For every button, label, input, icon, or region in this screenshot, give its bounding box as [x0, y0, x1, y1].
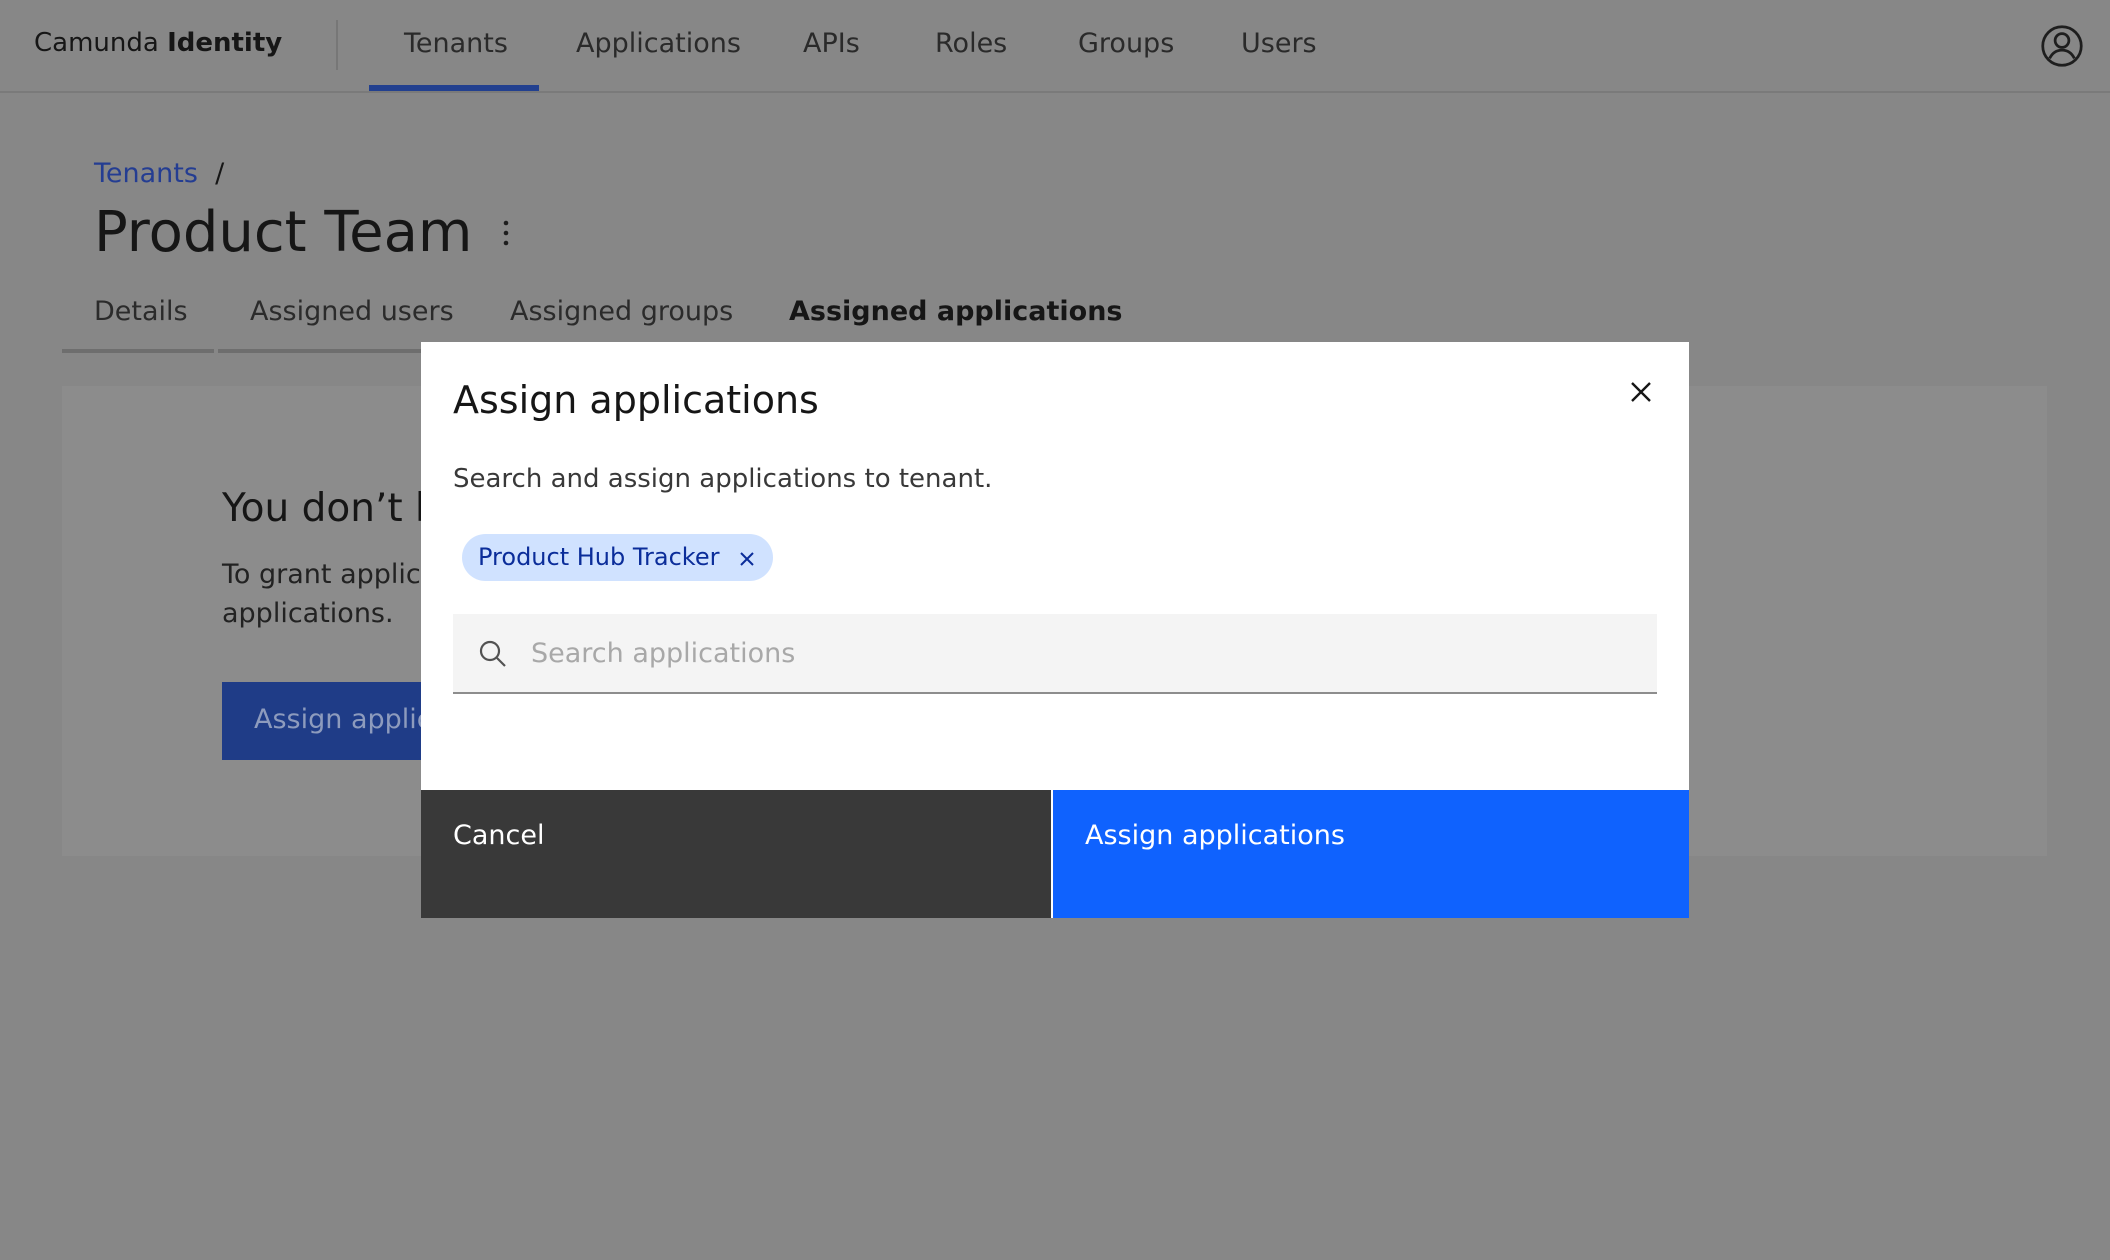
page-title: Product Team	[94, 200, 473, 265]
breadcrumb-tenants-link[interactable]: Tenants	[94, 158, 198, 189]
brand-name: Camunda	[34, 28, 159, 58]
selected-application-tag: Product Hub Tracker	[462, 534, 774, 581]
modal-title: Assign applications	[453, 378, 819, 422]
close-icon[interactable]	[1625, 376, 1657, 408]
overflow-menu-icon[interactable]	[500, 218, 512, 248]
assign-applications-button[interactable]: Assign applications	[1053, 790, 1689, 918]
tab-details[interactable]: Details	[94, 296, 188, 327]
breadcrumb: Tenants /	[94, 158, 224, 189]
app-logo[interactable]: Camunda Identity	[34, 28, 282, 58]
nav-tab-groups[interactable]: Groups	[1078, 28, 1174, 59]
brand-product: Identity	[167, 28, 283, 58]
search-applications-input[interactable]	[531, 614, 1631, 692]
user-avatar-icon[interactable]	[2040, 24, 2084, 68]
search-icon	[479, 640, 506, 667]
tab-underline	[218, 349, 428, 353]
empty-state-heading: You don’t h	[222, 486, 440, 531]
tab-assigned-applications[interactable]: Assigned applications	[789, 296, 1123, 327]
tag-label: Product Hub Tracker	[478, 543, 720, 571]
tab-assigned-groups[interactable]: Assigned groups	[510, 296, 733, 327]
active-nav-indicator	[369, 85, 539, 91]
remove-tag-icon[interactable]	[737, 549, 757, 569]
modal-description: Search and assign applications to tenant…	[453, 464, 993, 494]
nav-tab-users[interactable]: Users	[1241, 28, 1317, 59]
tab-underline	[62, 349, 214, 353]
nav-tab-apis[interactable]: APIs	[803, 28, 860, 59]
tab-assigned-users[interactable]: Assigned users	[250, 296, 454, 327]
top-header: Camunda Identity Tenants Applications AP…	[0, 0, 2110, 93]
breadcrumb-separator: /	[215, 158, 225, 189]
nav-tab-tenants[interactable]: Tenants	[404, 28, 508, 59]
header-divider	[336, 20, 338, 70]
search-field	[453, 614, 1657, 694]
nav-tab-applications[interactable]: Applications	[576, 28, 741, 59]
nav-tab-roles[interactable]: Roles	[935, 28, 1007, 59]
assign-applications-modal: Assign applications Search and assign ap…	[421, 342, 1689, 918]
cancel-button[interactable]: Cancel	[421, 790, 1051, 918]
